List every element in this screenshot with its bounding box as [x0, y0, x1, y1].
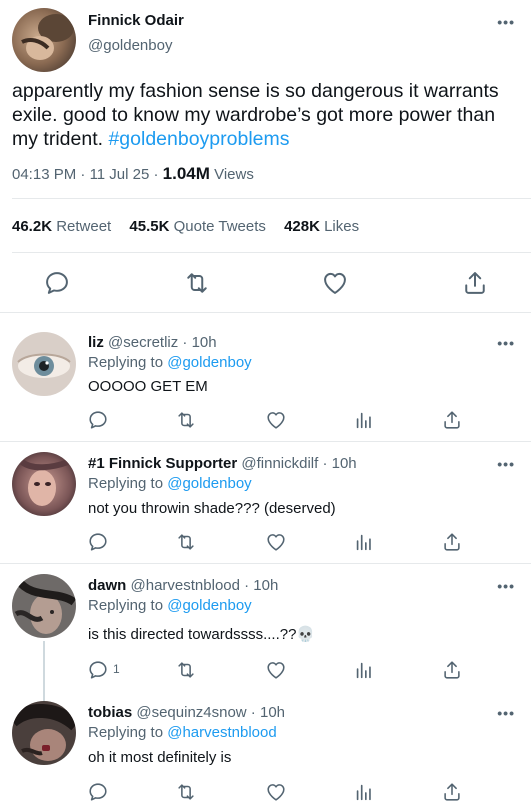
reply-author-name[interactable]: #1 Finnick Supporter — [88, 455, 237, 472]
share-icon[interactable] — [441, 531, 463, 553]
mention-link[interactable]: @goldenboy — [167, 475, 251, 492]
more-icon[interactable]: ••• — [497, 456, 515, 472]
views-icon[interactable] — [353, 659, 375, 681]
reply-author-name[interactable]: dawn — [88, 577, 126, 594]
likes-label: Likes — [319, 218, 360, 235]
author-handle[interactable]: @goldenboy — [88, 37, 172, 54]
avatar[interactable] — [12, 701, 76, 765]
tweet-text: apparently my fashion sense is so danger… — [12, 79, 522, 151]
views-icon[interactable] — [353, 531, 375, 553]
more-icon[interactable]: ••• — [497, 14, 515, 30]
replying-label: Replying to — [88, 475, 168, 492]
heart-icon[interactable] — [265, 531, 287, 553]
retweet-icon[interactable] — [175, 659, 197, 681]
reply-tweet: tobias @sequinz4snow · 10h ••• Replying … — [0, 687, 531, 810]
meta-separator: · — [149, 166, 163, 183]
retweets-label: Retweet — [52, 218, 112, 235]
avatar[interactable] — [12, 452, 76, 516]
reply-text: is this directed towardssss....??💀 — [88, 626, 316, 643]
heart-icon[interactable] — [265, 659, 287, 681]
divider — [12, 252, 531, 253]
retweet-icon[interactable] — [175, 409, 197, 431]
reply-icon[interactable] — [87, 531, 109, 553]
author-name[interactable]: Finnick Odair — [88, 12, 184, 29]
replying-to: Replying to @harvestnblood — [88, 724, 277, 741]
avatar[interactable] — [12, 574, 76, 638]
tweet-meta: 04:13 PM · 11 Jul 25 · 1.04M Views — [12, 164, 254, 184]
views-icon[interactable] — [353, 781, 375, 803]
tweet-time: 04:13 PM — [12, 166, 77, 183]
reply-tweet: #1 Finnick Supporter @finnickdilf · 10h … — [0, 441, 531, 563]
replying-label: Replying to — [88, 597, 168, 614]
reply-text: oh it most definitely is — [88, 749, 232, 766]
reply-header: tobias @sequinz4snow · 10h — [88, 704, 285, 721]
reply-author-handle[interactable]: @harvestnblood · 10h — [126, 577, 279, 594]
more-icon[interactable]: ••• — [497, 335, 515, 351]
quotes-stat[interactable]: 45.5K Quote Tweets — [129, 218, 265, 235]
avatar[interactable] — [12, 332, 76, 396]
share-icon[interactable] — [441, 659, 463, 681]
reply-tweet: liz @secretliz · 10h ••• Replying to @go… — [0, 312, 531, 441]
retweet-icon[interactable] — [183, 269, 211, 297]
reply-text: OOOOO GET EM — [88, 378, 208, 395]
retweets-count: 46.2K — [12, 218, 53, 235]
views-icon[interactable] — [353, 409, 375, 431]
quotes-label: Quote Tweets — [169, 218, 266, 235]
reply-author-name[interactable]: tobias — [88, 704, 132, 721]
replying-to: Replying to @goldenboy — [88, 475, 252, 492]
reply-author-handle[interactable]: @sequinz4snow · 10h — [132, 704, 285, 721]
quotes-count: 45.5K — [129, 218, 170, 235]
divider — [12, 198, 531, 199]
share-icon[interactable] — [461, 269, 489, 297]
likes-stat[interactable]: 428K Likes — [284, 218, 359, 235]
replying-to: Replying to @goldenboy — [88, 354, 252, 371]
retweets-stat[interactable]: 46.2K Retweet — [12, 218, 111, 235]
reply-header: liz @secretliz · 10h — [88, 334, 217, 351]
avatar[interactable] — [12, 8, 76, 72]
mention-link[interactable]: @goldenboy — [167, 597, 251, 614]
reply-author-handle[interactable]: @finnickdilf · 10h — [237, 455, 356, 472]
replying-label: Replying to — [88, 724, 168, 741]
engagement-stats: 46.2K Retweet 45.5K Quote Tweets 428K Li… — [12, 218, 373, 235]
meta-separator: · — [76, 166, 90, 183]
more-icon[interactable]: ••• — [497, 705, 515, 721]
reply-header: #1 Finnick Supporter @finnickdilf · 10h — [88, 455, 357, 472]
share-icon[interactable] — [441, 781, 463, 803]
reply-header: dawn @harvestnblood · 10h — [88, 577, 278, 594]
heart-icon[interactable] — [265, 781, 287, 803]
reply-icon[interactable] — [87, 659, 109, 681]
replying-label: Replying to — [88, 354, 168, 371]
reply-icon[interactable] — [87, 781, 109, 803]
retweet-icon[interactable] — [175, 531, 197, 553]
share-icon[interactable] — [441, 409, 463, 431]
reply-author-handle[interactable]: @secretliz · 10h — [104, 334, 217, 351]
views-count: 1.04M — [162, 164, 210, 183]
hashtag-link[interactable]: #goldenboyproblems — [108, 128, 289, 150]
main-tweet: Finnick Odair @goldenboy ••• apparently … — [0, 0, 531, 312]
tweet-date: 11 Jul 25 — [89, 166, 150, 183]
more-icon[interactable]: ••• — [497, 578, 515, 594]
reply-author-name[interactable]: liz — [88, 334, 104, 351]
replying-to: Replying to @goldenboy — [88, 597, 252, 614]
heart-icon[interactable] — [265, 409, 287, 431]
reply-icon[interactable] — [87, 409, 109, 431]
reply-tweet: dawn @harvestnblood · 10h ••• Replying t… — [0, 563, 531, 701]
views-label: Views — [209, 166, 254, 183]
reply-count: 1 — [113, 662, 120, 676]
reply-text: not you throwin shade??? (deserved) — [88, 500, 336, 517]
likes-count: 428K — [284, 218, 320, 235]
retweet-icon[interactable] — [175, 781, 197, 803]
reply-icon[interactable] — [43, 269, 71, 297]
mention-link[interactable]: @goldenboy — [167, 354, 251, 371]
mention-link[interactable]: @harvestnblood — [167, 724, 276, 741]
heart-icon[interactable] — [321, 269, 349, 297]
